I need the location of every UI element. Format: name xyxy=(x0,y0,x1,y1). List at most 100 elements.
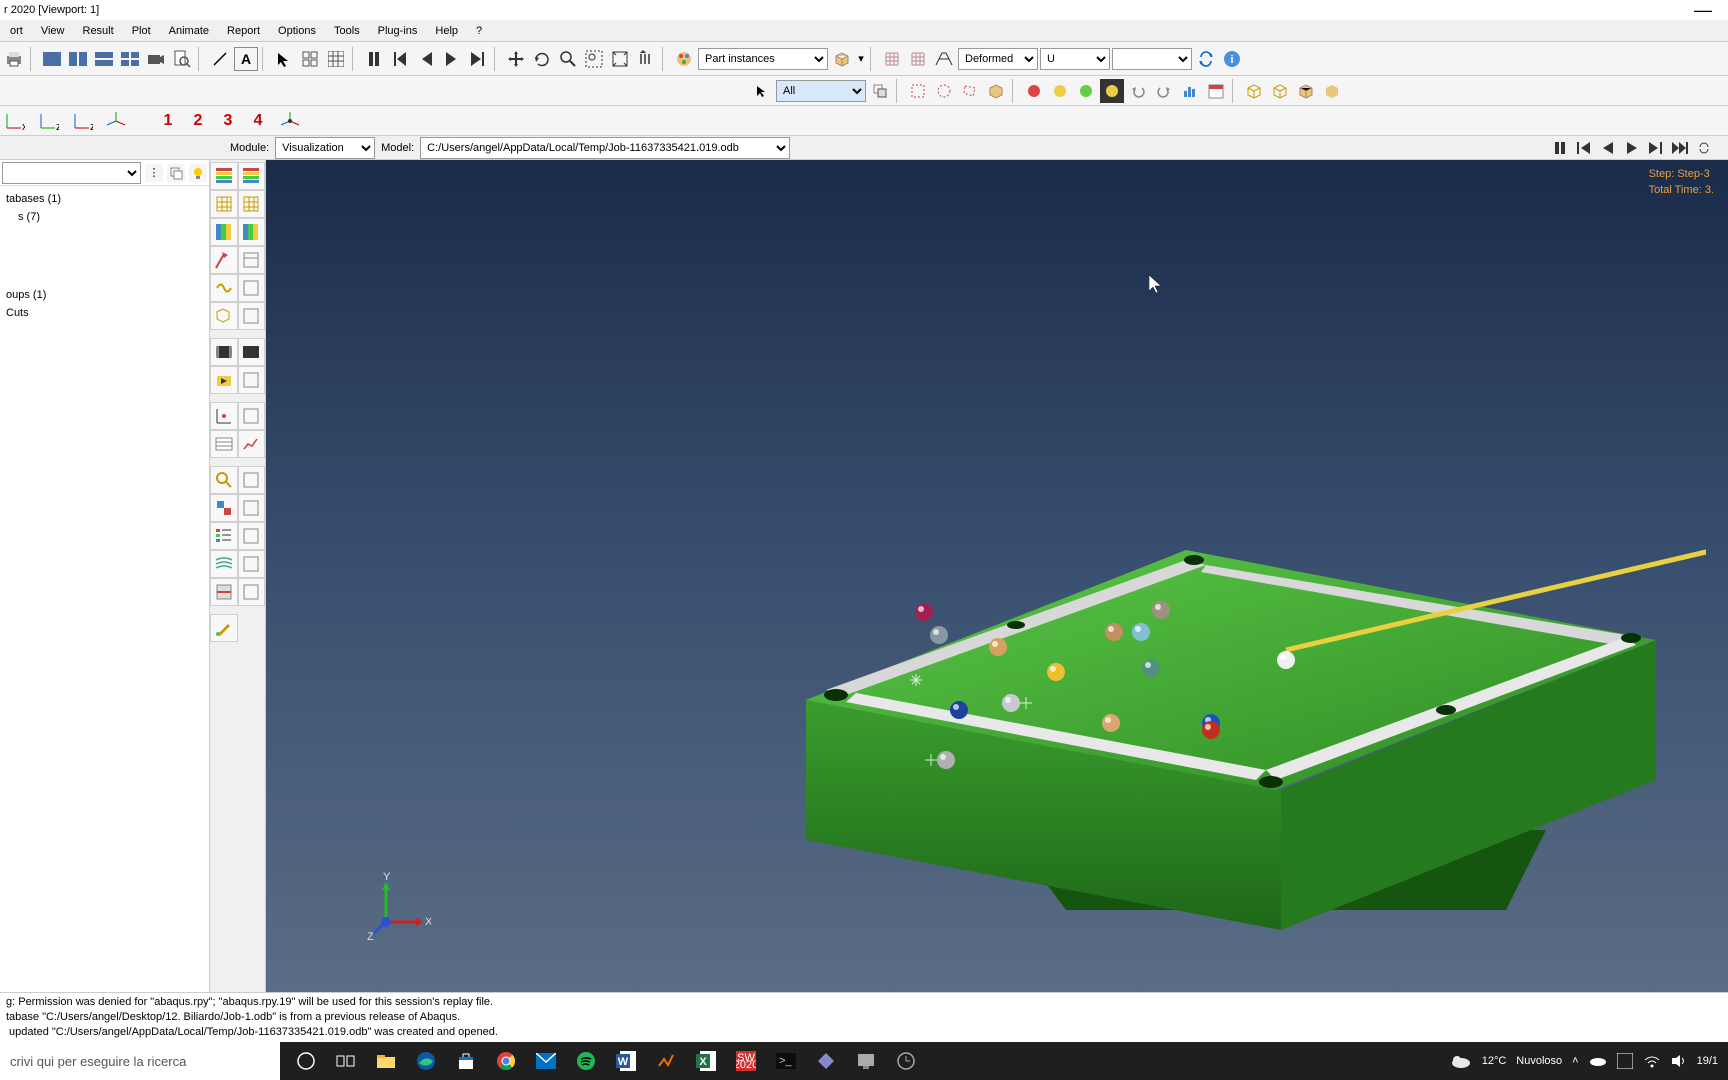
view-2-button[interactable]: 2 xyxy=(188,112,208,130)
matlab-icon[interactable] xyxy=(646,1042,686,1080)
explorer-icon[interactable] xyxy=(366,1042,406,1080)
tree-bulb-icon[interactable] xyxy=(189,164,207,182)
menu-result[interactable]: Result xyxy=(75,23,122,39)
persp-icon[interactable] xyxy=(932,47,956,71)
menu-report[interactable]: Report xyxy=(219,23,268,39)
app1-icon[interactable] xyxy=(806,1042,846,1080)
all-select[interactable]: All xyxy=(776,80,866,102)
module-select[interactable]: Visualization xyxy=(275,137,375,159)
view-4-button[interactable]: 4 xyxy=(248,112,268,130)
picker-icon[interactable] xyxy=(868,79,892,103)
deformed-select[interactable]: Deformed xyxy=(958,48,1038,70)
tree-item-cuts[interactable]: Cuts xyxy=(6,304,203,322)
tool-wireframe-icon[interactable] xyxy=(210,190,238,218)
menu-plugins[interactable]: Plug-ins xyxy=(370,23,426,39)
anim-play-icon[interactable] xyxy=(440,47,464,71)
view-1-button[interactable]: 1 xyxy=(158,112,178,130)
shade-cube1-icon[interactable] xyxy=(984,79,1008,103)
anim-next-icon[interactable] xyxy=(466,47,490,71)
viewport-3d[interactable]: Step: Step-3 Total Time: 3. xyxy=(266,160,1728,992)
tree-filter-icon[interactable]: ⋮ xyxy=(145,164,163,182)
tree-item-s[interactable]: s (7) xyxy=(6,208,203,226)
shade1-icon[interactable] xyxy=(1294,79,1318,103)
camera-icon[interactable] xyxy=(144,47,168,71)
weather-temp[interactable]: 12°C xyxy=(1482,1055,1507,1067)
grid2-icon[interactable] xyxy=(906,47,930,71)
text-a-icon[interactable]: A xyxy=(234,47,258,71)
viewport-single-icon[interactable] xyxy=(40,47,64,71)
tool-material-opt-icon[interactable] xyxy=(238,274,266,302)
select-poly-icon[interactable] xyxy=(958,79,982,103)
pb-sync-icon[interactable] xyxy=(1694,139,1714,157)
anim-pause-icon[interactable] xyxy=(362,47,386,71)
pb-pause-icon[interactable] xyxy=(1550,139,1570,157)
pb-play-icon[interactable] xyxy=(1622,139,1642,157)
minimize-icon[interactable]: — xyxy=(1694,0,1712,21)
grid1-icon[interactable] xyxy=(880,47,904,71)
select-rect-icon[interactable] xyxy=(906,79,930,103)
edge-icon[interactable] xyxy=(406,1042,446,1080)
tool-deformed-icon[interactable] xyxy=(210,218,238,246)
tree-item-groups[interactable]: oups (1) xyxy=(6,286,203,304)
pb-first-icon[interactable] xyxy=(1574,139,1594,157)
line-icon[interactable] xyxy=(208,47,232,71)
anim-prev-icon[interactable] xyxy=(414,47,438,71)
tool-contour-icon[interactable] xyxy=(210,162,238,190)
tray-onedrive-icon[interactable] xyxy=(1589,1055,1607,1067)
calendar-icon[interactable] xyxy=(1204,79,1228,103)
menu-plot[interactable]: Plot xyxy=(124,23,159,39)
info-icon[interactable]: i xyxy=(1220,47,1244,71)
tool-anim-icon[interactable] xyxy=(210,366,238,394)
axis-custom-icon[interactable] xyxy=(278,109,302,133)
zoom-icon[interactable] xyxy=(556,47,580,71)
cortana-icon[interactable] xyxy=(286,1042,326,1080)
dropdown-chevron-icon[interactable]: ▾ xyxy=(856,47,866,71)
taskview-icon[interactable] xyxy=(326,1042,366,1080)
tool-legend-icon[interactable] xyxy=(210,522,238,550)
cube-icon[interactable] xyxy=(830,47,854,71)
cursor-icon[interactable] xyxy=(750,79,774,103)
app2-icon[interactable] xyxy=(846,1042,886,1080)
part-instances-select[interactable]: Part instances xyxy=(698,48,828,70)
tool-stream-opt-icon[interactable] xyxy=(238,550,266,578)
select-circle-icon[interactable] xyxy=(932,79,956,103)
menu-tools[interactable]: Tools xyxy=(326,23,368,39)
menu-port[interactable]: ort xyxy=(2,23,31,39)
tool-legend-opt-icon[interactable] xyxy=(238,522,266,550)
pb-next-icon[interactable] xyxy=(1646,139,1666,157)
menu-help[interactable]: Help xyxy=(427,23,466,39)
menu-animate[interactable]: Animate xyxy=(161,23,217,39)
tool-movie-opt-icon[interactable] xyxy=(238,338,266,366)
color-palette-icon[interactable] xyxy=(672,47,696,71)
tool-xy-icon[interactable] xyxy=(210,402,238,430)
menu-options[interactable]: Options xyxy=(270,23,324,39)
tree-filter-select[interactable] xyxy=(2,162,141,184)
zoom-box-icon[interactable] xyxy=(582,47,606,71)
weather-desc[interactable]: Nuvoloso xyxy=(1516,1055,1562,1067)
model-select[interactable]: C:/Users/angel/AppData/Local/Temp/Job-11… xyxy=(420,137,790,159)
spotify-icon[interactable] xyxy=(566,1042,606,1080)
tool-wireframe-opt-icon[interactable] xyxy=(238,190,266,218)
tool-cut-icon[interactable] xyxy=(210,578,238,606)
tree-copy-icon[interactable] xyxy=(167,164,185,182)
tool-stream-icon[interactable] xyxy=(210,550,238,578)
arrow-cursor-icon[interactable] xyxy=(272,47,296,71)
weather-icon[interactable] xyxy=(1450,1053,1472,1069)
wire1-icon[interactable] xyxy=(1242,79,1266,103)
pb-last-icon[interactable] xyxy=(1670,139,1690,157)
undo-icon[interactable] xyxy=(1126,79,1150,103)
tray-volume-icon[interactable] xyxy=(1671,1054,1687,1068)
viewport-2v-icon[interactable] xyxy=(92,47,116,71)
table-icon[interactable] xyxy=(324,47,348,71)
menu-view[interactable]: View xyxy=(33,23,73,39)
tool-field-opt-icon[interactable] xyxy=(238,494,266,522)
tool-xy-opt-icon[interactable] xyxy=(238,402,266,430)
magnify-doc-icon[interactable] xyxy=(170,47,194,71)
printer-icon[interactable] xyxy=(2,47,26,71)
anim-first-icon[interactable] xyxy=(388,47,412,71)
tool-anim-opt-icon[interactable] xyxy=(238,366,266,394)
axis-xz-icon[interactable]: z xyxy=(70,109,94,133)
taskbar-search-input[interactable]: crivi qui per eseguire la ricerca xyxy=(0,1042,280,1080)
axis-yz-icon[interactable]: z xyxy=(36,109,60,133)
tool-deformed-opt-icon[interactable] xyxy=(238,218,266,246)
